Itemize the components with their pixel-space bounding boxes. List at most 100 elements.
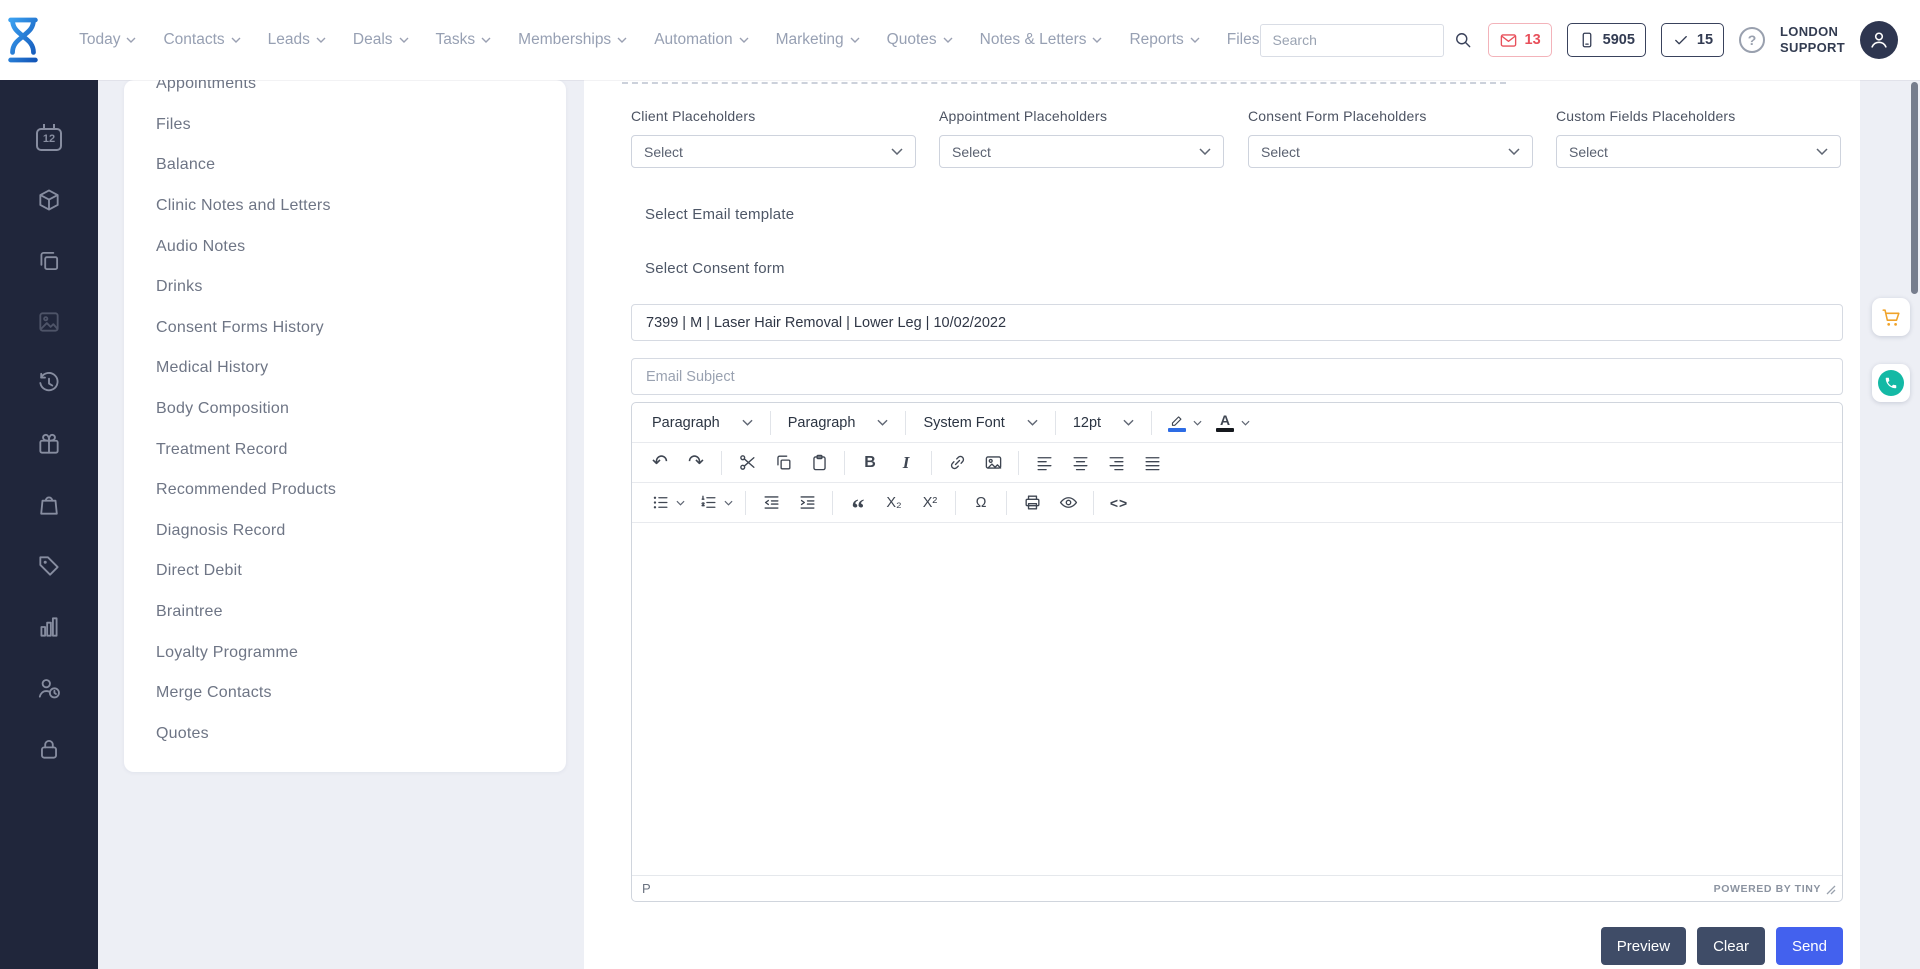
chevron-down-icon <box>1190 37 1200 43</box>
inbox-badge[interactable]: 13 <box>1488 23 1552 57</box>
blockquote-button[interactable]: “ <box>840 486 876 520</box>
consent-form-placeholders-select[interactable]: Select <box>1248 135 1533 168</box>
sidebar-item-medical-history[interactable]: Medical History <box>124 348 566 389</box>
preview-button[interactable] <box>1050 486 1086 520</box>
nav-contacts[interactable]: Contacts <box>163 31 240 49</box>
toolbar-separator <box>844 451 845 475</box>
user-clock-icon[interactable] <box>35 675 63 701</box>
sidebar-item-body-composition[interactable]: Body Composition <box>124 389 566 430</box>
nav-reports[interactable]: Reports <box>1129 31 1199 49</box>
sidebar-item-recommended-products[interactable]: Recommended Products <box>124 470 566 511</box>
paste-button[interactable] <box>801 446 837 480</box>
help-icon[interactable]: ? <box>1739 27 1765 53</box>
sidebar-item-diagnosis-record[interactable]: Diagnosis Record <box>124 511 566 552</box>
recipient-input[interactable] <box>631 304 1843 341</box>
calls-badge[interactable]: 5905 <box>1567 23 1646 57</box>
phone-float-button[interactable] <box>1872 364 1910 402</box>
align-left-button[interactable] <box>1026 446 1062 480</box>
search-input[interactable] <box>1260 24 1444 57</box>
nav-leads[interactable]: Leads <box>268 31 326 49</box>
sidebar-item-merge-contacts[interactable]: Merge Contacts <box>124 673 566 714</box>
select-consent-form-link[interactable]: Select Consent form <box>645 260 785 277</box>
shopping-bag-icon[interactable] <box>35 492 63 518</box>
source-code-button[interactable]: <> <box>1101 486 1137 520</box>
superscript-button[interactable]: X² <box>912 486 948 520</box>
preview-email-button[interactable]: Preview <box>1601 927 1686 965</box>
sidebar-item-files[interactable]: Files <box>124 105 566 146</box>
nav-notes-letters[interactable]: Notes & Letters <box>980 31 1103 49</box>
copy-windows-icon[interactable] <box>35 248 63 274</box>
client-placeholders-select[interactable]: Select <box>631 135 916 168</box>
chevron-down-icon <box>742 419 753 426</box>
cart-float-button[interactable] <box>1872 298 1910 336</box>
editor-body[interactable] <box>632 523 1842 875</box>
custom-fields-placeholders-group: Custom Fields Placeholders Select <box>1556 108 1841 168</box>
history-icon[interactable] <box>35 370 63 396</box>
sidebar-item-appointments[interactable]: Appointments <box>124 80 566 105</box>
lock-icon[interactable] <box>35 736 63 762</box>
nav-deals[interactable]: Deals <box>353 31 409 49</box>
nav-tasks[interactable]: Tasks <box>436 31 492 49</box>
align-center-button[interactable] <box>1062 446 1098 480</box>
indent-button[interactable] <box>789 486 825 520</box>
search-icon[interactable] <box>1453 30 1473 50</box>
font-size-select[interactable]: 12pt <box>1063 406 1144 440</box>
copy-button[interactable] <box>765 446 801 480</box>
link-button[interactable] <box>939 446 975 480</box>
bold-button[interactable]: B <box>852 446 888 480</box>
nav-quotes[interactable]: Quotes <box>887 31 953 49</box>
outdent-button[interactable] <box>753 486 789 520</box>
sidebar-item-braintree[interactable]: Braintree <box>124 592 566 633</box>
resize-handle-icon[interactable] <box>1826 885 1836 895</box>
redo-button[interactable]: ↷ <box>678 446 714 480</box>
tasks-badge[interactable]: 15 <box>1661 23 1724 57</box>
undo-button[interactable]: ↶ <box>642 446 678 480</box>
sidebar-item-direct-debit[interactable]: Direct Debit <box>124 551 566 592</box>
nav-automation[interactable]: Automation <box>654 31 748 49</box>
chevron-down-icon <box>724 500 733 506</box>
subscript-button[interactable]: X₂ <box>876 486 912 520</box>
print-button[interactable] <box>1014 486 1050 520</box>
chart-icon[interactable] <box>35 614 63 640</box>
nav-memberships[interactable]: Memberships <box>518 31 627 49</box>
sidebar-item-quotes[interactable]: Quotes <box>124 714 566 755</box>
app-logo[interactable] <box>0 15 45 65</box>
sidebar-item-treatment-record[interactable]: Treatment Record <box>124 429 566 470</box>
sidebar-item-audio-notes[interactable]: Audio Notes <box>124 226 566 267</box>
chevron-down-icon <box>943 37 953 43</box>
font-select[interactable]: System Font <box>913 406 1047 440</box>
sidebar-item-loyalty-programme[interactable]: Loyalty Programme <box>124 632 566 673</box>
sidebar-item-drinks[interactable]: Drinks <box>124 267 566 308</box>
email-subject-input[interactable] <box>631 358 1843 395</box>
appointment-placeholders-select[interactable]: Select <box>939 135 1224 168</box>
nav-marketing[interactable]: Marketing <box>776 31 860 49</box>
avatar[interactable] <box>1860 21 1898 59</box>
align-justify-button[interactable] <box>1134 446 1170 480</box>
sidebar-item-clinic-notes-and-letters[interactable]: Clinic Notes and Letters <box>124 186 566 227</box>
calendar-icon[interactable]: 12 <box>35 126 63 152</box>
italic-button[interactable]: I <box>888 446 924 480</box>
format-select[interactable]: Paragraph <box>778 406 899 440</box>
page-scrollbar[interactable] <box>1911 82 1918 294</box>
gallery-icon[interactable] <box>35 309 63 335</box>
send-email-button[interactable]: Send <box>1776 927 1843 965</box>
numbered-list-menu-button[interactable] <box>720 486 736 520</box>
tag-icon[interactable] <box>35 553 63 579</box>
bullet-list-menu-button[interactable] <box>672 486 688 520</box>
package-icon[interactable] <box>35 187 63 213</box>
custom-fields-placeholders-select[interactable]: Select <box>1556 135 1841 168</box>
select-email-template-link[interactable]: Select Email template <box>645 206 794 223</box>
nav-today[interactable]: Today <box>79 31 136 49</box>
nav-files[interactable]: Files <box>1227 31 1260 49</box>
special-character-button[interactable]: Ω <box>963 486 999 520</box>
sidebar-item-consent-forms-history[interactable]: Consent Forms History <box>124 308 566 349</box>
insert-image-button[interactable] <box>975 446 1011 480</box>
cut-button[interactable] <box>729 446 765 480</box>
highlight-color-menu-button[interactable] <box>1189 406 1205 440</box>
gift-icon[interactable] <box>35 431 63 457</box>
clear-email-button[interactable]: Clear <box>1697 927 1765 965</box>
align-right-button[interactable] <box>1098 446 1134 480</box>
style-select[interactable]: Paragraph <box>642 406 763 440</box>
text-color-menu-button[interactable] <box>1237 406 1253 440</box>
sidebar-item-balance[interactable]: Balance <box>124 145 566 186</box>
